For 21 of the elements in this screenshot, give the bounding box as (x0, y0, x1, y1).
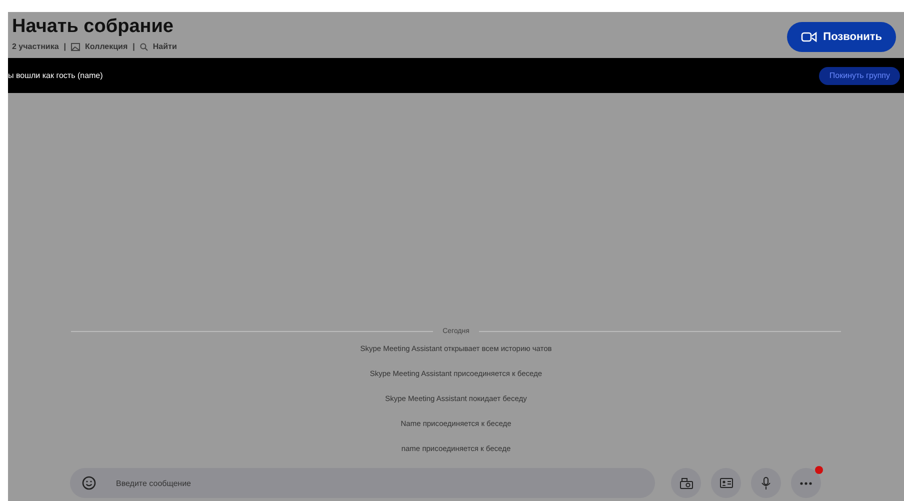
media-button[interactable] (671, 468, 701, 498)
contact-card-icon (720, 478, 732, 488)
microphone-icon (761, 476, 771, 490)
chat-title: Начать собрание (12, 16, 174, 38)
smiley-icon[interactable] (82, 476, 96, 490)
video-camera-icon (801, 31, 818, 43)
media-icon (680, 478, 692, 488)
participants-count[interactable]: 2 участника (12, 41, 59, 53)
more-icon (800, 482, 812, 484)
separator: | (132, 41, 135, 53)
contact-card-button[interactable] (711, 468, 741, 498)
image-icon (71, 43, 80, 51)
leave-group-button[interactable]: Покинуть группу (819, 66, 900, 84)
search-link[interactable]: Найти (152, 41, 177, 53)
microphone-button[interactable] (751, 468, 781, 498)
gallery-link[interactable]: Коллекция (85, 41, 128, 53)
guest-notice: ы вошли как гость (name) (8, 70, 103, 82)
search-icon (140, 43, 148, 51)
message-input[interactable]: Введите сообщение (70, 468, 655, 498)
separator: | (64, 41, 66, 53)
call-button[interactable]: Позвонить (787, 22, 896, 52)
